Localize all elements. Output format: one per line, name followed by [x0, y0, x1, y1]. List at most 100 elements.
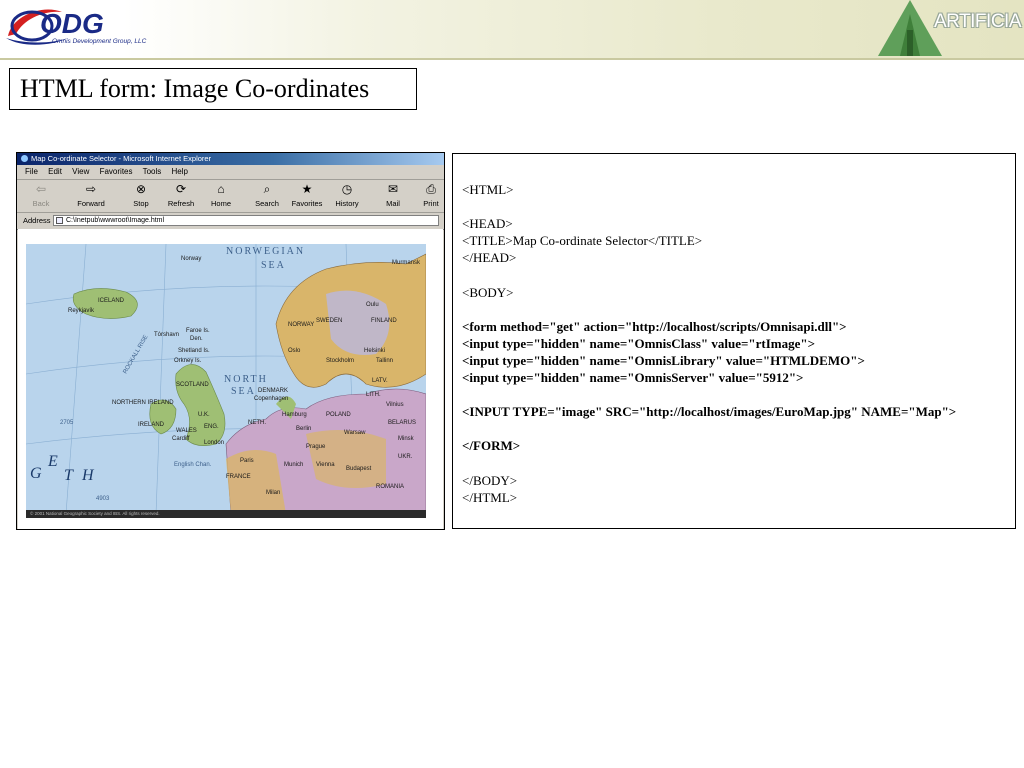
forward-arrow-icon: ⇨: [85, 182, 97, 196]
map-label: SEA: [261, 260, 286, 271]
map-label: Reykjavík: [68, 308, 95, 314]
map-label: ICELAND: [98, 298, 125, 304]
browser-titlebar: Map Co-ordinate Selector - Microsoft Int…: [17, 153, 444, 165]
code-line: <input type="hidden" name="OmnisLibrary"…: [462, 352, 865, 368]
stop-button[interactable]: ⊗ Stop: [123, 182, 159, 208]
map-label: G: [30, 465, 42, 482]
map-label: LITH.: [366, 392, 381, 398]
map-label: SEA: [231, 386, 256, 397]
menu-favorites[interactable]: Favorites: [100, 167, 133, 176]
print-button[interactable]: ⎙ Print: [413, 182, 444, 208]
map-label: T: [64, 467, 74, 484]
map-label: London: [204, 440, 224, 446]
menu-edit[interactable]: Edit: [48, 167, 62, 176]
home-button[interactable]: ⌂ Home: [203, 182, 239, 208]
favorites-button[interactable]: ★ Favorites: [289, 182, 325, 208]
refresh-button[interactable]: ⟳ Refresh: [163, 182, 199, 208]
map-label: Warsaw: [344, 430, 366, 436]
map-label: Vienna: [316, 462, 335, 468]
code-line: <HTML>: [462, 182, 514, 197]
home-icon: ⌂: [217, 182, 225, 196]
map-label: FINLAND: [371, 318, 397, 324]
map-label: Munich: [284, 462, 303, 468]
map-label: Cardiff: [172, 436, 190, 442]
map-label: Murmansk: [392, 260, 421, 266]
map-label: Tallinn: [376, 358, 393, 364]
logo-subtitle: Omnis Development Group, LLC: [52, 38, 147, 45]
menu-help[interactable]: Help: [172, 167, 188, 176]
code-line: <TITLE>Map Co-ordinate Selector</TITLE>: [462, 233, 703, 249]
address-bar: Address C:\Inetpub\wwwroot\Image.html: [17, 213, 444, 230]
address-label: Address: [23, 216, 51, 225]
map-label: BELARUS: [388, 420, 416, 426]
mail-button[interactable]: ✉ Mail: [375, 182, 411, 208]
map-label: 4903: [96, 496, 110, 502]
map-label: LATV.: [372, 378, 388, 384]
back-button[interactable]: ⇦ Back: [23, 182, 59, 208]
refresh-icon: ⟳: [175, 182, 187, 196]
forward-button[interactable]: ⇨ Forward: [73, 182, 109, 208]
map-label: Prague: [306, 444, 326, 450]
map-label: SCOTLAND: [176, 382, 209, 388]
artificia-logo-icon: [878, 0, 942, 56]
map-label: NORTHERN IRELAND: [112, 400, 174, 406]
map-label: UKR.: [398, 454, 413, 460]
map-label: Vilnius: [386, 402, 404, 408]
map-label: Helsinki: [364, 348, 385, 354]
map-label: ROMANIA: [376, 484, 404, 490]
map-label: NORTH: [224, 374, 268, 385]
menu-tools[interactable]: Tools: [143, 167, 162, 176]
menu-view[interactable]: View: [72, 167, 89, 176]
map-label: NORWAY: [288, 322, 314, 328]
map-label: E: [47, 453, 58, 470]
browser-window: Map Co-ordinate Selector - Microsoft Int…: [16, 152, 445, 530]
history-button[interactable]: ◷ History: [329, 182, 365, 208]
code-line: </HEAD>: [462, 250, 517, 266]
map-label: U.K.: [198, 412, 210, 418]
map-label: Budapest: [346, 466, 372, 472]
map-label: Minsk: [398, 436, 415, 442]
map-label: ENG.: [204, 424, 219, 430]
mail-icon: ✉: [387, 182, 399, 196]
page-icon: [56, 217, 63, 224]
map-label: Milan: [266, 490, 280, 496]
map-label: Tórshavn: [154, 332, 179, 338]
window-title: Map Co-ordinate Selector - Microsoft Int…: [31, 154, 212, 163]
code-line: <HEAD>: [462, 216, 513, 232]
europe-map-image[interactable]: NORWEGIAN SEA NORTH SEA ICELAND Reykjaví…: [26, 244, 426, 514]
map-label: POLAND: [326, 412, 351, 418]
map-label: Faroe Is.: [186, 328, 210, 334]
address-value: C:\Inetpub\wwwroot\Image.html: [66, 217, 165, 224]
menu-file[interactable]: File: [25, 167, 38, 176]
code-line: <form method="get" action="http://localh…: [462, 318, 847, 334]
search-button[interactable]: ⌕ Search: [249, 182, 285, 208]
favorites-icon: ★: [301, 182, 313, 196]
map-label: WALES: [176, 428, 197, 434]
map-label: Berlin: [296, 426, 311, 432]
map-label: NETH.: [248, 420, 266, 426]
map-label: Paris: [240, 458, 254, 464]
map-label: Shetland Is.: [178, 348, 210, 354]
map-label: 2705: [60, 420, 74, 426]
slide-title: HTML form: Image Co-ordinates: [9, 68, 417, 110]
map-label: Oslo: [288, 348, 301, 354]
map-label: Oulu: [366, 302, 379, 308]
print-icon: ⎙: [426, 182, 436, 196]
map-label: IRELAND: [138, 422, 165, 428]
header-banner: ODG Omnis Development Group, LLC ARTIFIC…: [0, 0, 1024, 60]
map-label: H: [81, 467, 95, 484]
map-label: DENMARK: [258, 388, 288, 394]
map-label: Copenhagen: [254, 396, 288, 402]
code-line: </FORM>: [462, 438, 521, 454]
map-credit: © 2001 National Geographic Society and I…: [26, 510, 426, 518]
history-icon: ◷: [341, 182, 353, 196]
map-label: NORWEGIAN: [226, 246, 305, 257]
partner-logo-text: ARTIFICIA: [934, 11, 1022, 32]
address-input[interactable]: C:\Inetpub\wwwroot\Image.html: [53, 215, 439, 226]
code-line: </BODY>: [462, 472, 518, 488]
